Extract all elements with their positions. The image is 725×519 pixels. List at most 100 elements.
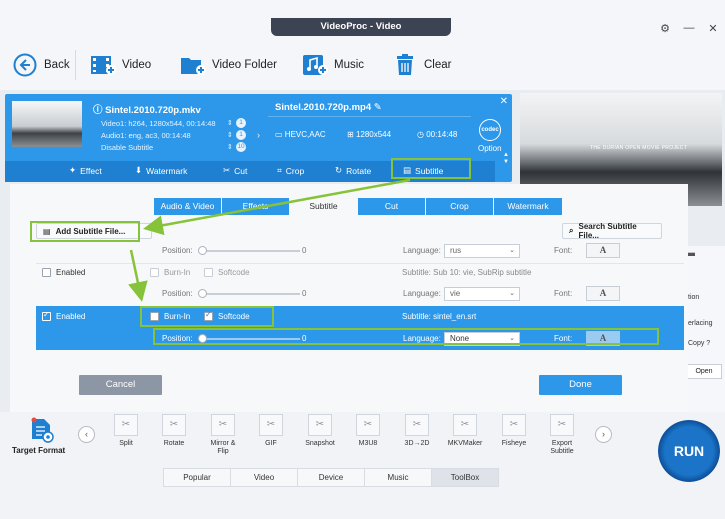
prev-tools-button[interactable]: ‹	[78, 426, 95, 443]
tab-device[interactable]: Device	[297, 468, 365, 487]
dialog-tabs: Audio & Video Effects Subtitle Cut Crop …	[154, 198, 562, 215]
film-plus-icon	[90, 52, 116, 78]
tool-export-subtitle[interactable]: ✂ Export Subtitle	[540, 414, 584, 456]
tab-popular[interactable]: Popular	[163, 468, 231, 487]
next-tools-button[interactable]: ›	[595, 426, 612, 443]
toolbar-divider	[75, 50, 76, 80]
rotate-button[interactable]: ↻ Rotate	[335, 165, 371, 176]
chevron-right-icon: ›	[257, 130, 260, 140]
gif-icon: ✂	[259, 414, 283, 436]
video-label: Video	[122, 59, 152, 71]
copy-toggle[interactable]: Copy ?	[688, 340, 710, 347]
tab-effects[interactable]: Effects	[222, 198, 289, 215]
option-label[interactable]: Option	[478, 144, 502, 153]
m3u8-icon: ✂	[356, 414, 380, 436]
tab-music[interactable]: Music	[364, 468, 432, 487]
highlight-position-row	[153, 328, 659, 345]
tab-subtitle[interactable]: Subtitle	[290, 198, 357, 215]
close-icon[interactable]: ✕	[707, 22, 719, 35]
tool-m3u8[interactable]: ✂ M3U8	[346, 414, 390, 448]
tab-video[interactable]: Video	[230, 468, 298, 487]
clear-button[interactable]: Clear	[392, 52, 451, 78]
output-codec: ▭ HEVC,AAC	[275, 130, 326, 139]
stamp-icon: ⬇	[135, 165, 143, 175]
tool-label: Split	[119, 440, 133, 447]
language-value: rus	[450, 246, 462, 255]
tab-crop[interactable]: Crop	[426, 198, 493, 215]
slider-knob[interactable]	[198, 289, 207, 298]
3d-icon: ✂	[405, 414, 429, 436]
run-button[interactable]: RUN	[658, 420, 720, 482]
tab-toolbox[interactable]: ToolBox	[431, 468, 499, 487]
list-scrollbar[interactable]	[667, 328, 671, 346]
codec-option-icon[interactable]: codec	[479, 119, 501, 141]
position-label: Position:	[162, 289, 193, 298]
tool-mirror-flip[interactable]: ✂ Mirror & Flip	[201, 414, 245, 456]
output-resolution: ⊞ 1280x544	[347, 130, 391, 139]
settings-icon[interactable]: ⚙	[659, 22, 671, 35]
tool-snapshot[interactable]: ✂ Snapshot	[298, 414, 342, 448]
font-button[interactable]: A	[586, 243, 620, 258]
subtitle-track-spinner-icon[interactable]: ⇕	[227, 143, 233, 151]
tool-rotate[interactable]: ✂ Rotate	[152, 414, 196, 448]
video-thumbnail[interactable]	[12, 101, 82, 147]
watermark-button[interactable]: ⬇ Watermark	[135, 165, 187, 176]
back-label: Back	[44, 59, 70, 71]
video-track-spinner-icon[interactable]: ⇕	[227, 119, 233, 127]
search-icon: ⌕	[569, 226, 574, 235]
subtitle-track-info: Disable Subtitle	[101, 143, 154, 152]
tool-label: Mirror & Flip	[210, 440, 236, 455]
close-item-icon[interactable]: ✕	[500, 96, 508, 107]
add-video-folder-button[interactable]: Video Folder	[180, 52, 277, 78]
language-select[interactable]: vie ⌄	[444, 287, 520, 301]
slider-knob[interactable]	[198, 246, 207, 255]
output-duration-text: 00:14:48	[426, 130, 458, 139]
open-button[interactable]: Open	[686, 364, 722, 379]
back-button[interactable]: Back	[12, 52, 70, 78]
done-button[interactable]: Done	[539, 375, 622, 395]
reorder-arrows-icon[interactable]: ▲ ▼	[503, 152, 509, 166]
tool-mkvmaker[interactable]: ✂ MKVMaker	[443, 414, 487, 448]
position-slider[interactable]	[198, 246, 300, 255]
position-slider[interactable]	[198, 289, 300, 298]
tool-fisheye[interactable]: ✂ Fisheye	[492, 414, 536, 448]
tab-audio-video[interactable]: Audio & Video	[154, 198, 221, 215]
add-music-button[interactable]: Music	[302, 52, 364, 78]
pencil-icon[interactable]: ✎	[374, 102, 382, 113]
language-select[interactable]: rus ⌄	[444, 244, 520, 258]
info-icon[interactable]: ⓘ	[93, 105, 103, 116]
add-video-button[interactable]: Video	[90, 52, 151, 78]
crop-button[interactable]: ⌗ Crop	[277, 165, 304, 176]
burnin-checkbox[interactable]	[150, 268, 159, 277]
target-format-icon[interactable]	[30, 417, 54, 443]
enabled-checkbox[interactable]	[42, 310, 51, 321]
minimize-icon[interactable]: —	[683, 22, 695, 35]
help-icon[interactable]: ?	[706, 340, 710, 347]
copy-label: Copy	[688, 340, 705, 347]
option-text: tion	[688, 294, 700, 301]
highlight-subtitle-button	[391, 158, 471, 179]
position-label: Position:	[162, 246, 193, 255]
subtitle-source-label: Subtitle: Sub 10: vie, SubRip subtitle	[402, 268, 532, 277]
fisheye-icon: ✂	[502, 414, 526, 436]
tab-watermark[interactable]: Watermark	[494, 198, 562, 215]
softcode-checkbox[interactable]	[204, 268, 213, 277]
tab-cut[interactable]: Cut	[358, 198, 425, 215]
subtitle-row-selected[interactable]: Enabled Burn-In Softcode Subtitle: sinte…	[36, 306, 684, 328]
wand-icon: ✦	[69, 165, 77, 175]
enabled-checkbox[interactable]	[42, 268, 51, 277]
tool-label: 3D→2D	[404, 440, 430, 447]
tool-3d-to-2d[interactable]: ✂ 3D→2D	[395, 414, 439, 448]
rotate-label: Rotate	[346, 165, 372, 176]
search-subtitle-file-button[interactable]: ⌕ Search Subtitle File...	[562, 222, 662, 240]
tool-label: Fisheye	[501, 440, 527, 447]
resolution-icon: ⊞	[347, 130, 354, 139]
audio-track-spinner-icon[interactable]: ⇕	[227, 131, 233, 139]
effect-button[interactable]: ✦ Effect	[69, 165, 102, 176]
cancel-button[interactable]: Cancel	[79, 375, 162, 395]
tool-gif[interactable]: ✂ GIF	[249, 414, 293, 448]
output-duration: ◷ 00:14:48	[417, 130, 457, 139]
tool-split[interactable]: ✂ Split	[104, 414, 148, 448]
cut-button[interactable]: ✂ Cut	[223, 165, 247, 176]
font-button[interactable]: A	[586, 286, 620, 301]
